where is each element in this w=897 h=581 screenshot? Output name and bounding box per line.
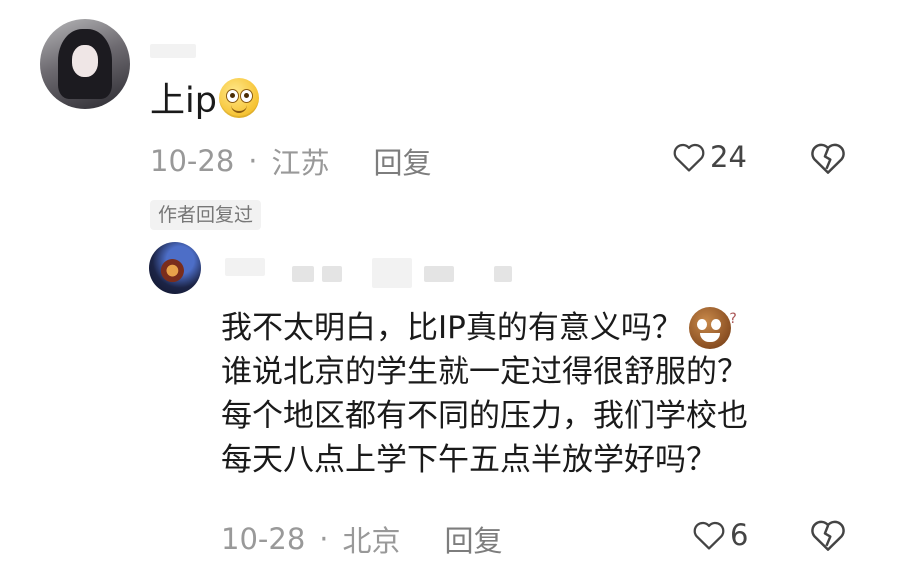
avatar[interactable]: [40, 19, 130, 109]
heart-outline-icon: [673, 143, 705, 172]
like-button[interactable]: 24: [672, 140, 747, 174]
comment-date: 10-28: [150, 144, 235, 178]
reply-location: 北京: [342, 524, 401, 558]
reply-username-redacted-part: [292, 266, 314, 282]
dislike-button[interactable]: [809, 141, 847, 179]
reply-button[interactable]: 回复: [374, 140, 432, 182]
reply-date: 10-28: [221, 522, 306, 556]
broken-heart-icon: [811, 520, 845, 551]
username-redacted[interactable]: [150, 44, 196, 58]
reply-line-text: 我不太明白，比IP真的有意义吗？: [221, 310, 683, 346]
comment-location: 江苏: [271, 146, 330, 180]
reply-username-redacted-part: [424, 266, 454, 282]
broken-heart-icon: [811, 143, 845, 174]
reply-avatar[interactable]: [149, 242, 201, 294]
reply-line: 每个地区都有不同的压力，我们学校也: [221, 394, 861, 438]
reply-line-text: 谁说北京的学生就一定过得很舒服的？: [221, 354, 748, 390]
reply-line: 谁说北京的学生就一定过得很舒服的？: [221, 350, 861, 394]
reply-line: 每天八点上学下午五点半放学好吗？: [221, 438, 861, 482]
reply-reply-button[interactable]: 回复: [445, 518, 503, 560]
reply-like-button[interactable]: 6: [692, 518, 748, 552]
reply-username-redacted-part: [494, 266, 512, 282]
reply-username-redacted[interactable]: [225, 258, 265, 276]
reply-line: 我不太明白，比IP真的有意义吗？ ?: [221, 306, 861, 350]
reply-text: 我不太明白，比IP真的有意义吗？ ? 谁说北京的学生就一定过得很舒服的？ 每个地…: [221, 306, 861, 482]
reply-line-text: 每天八点上学下午五点半放学好吗？: [221, 442, 717, 478]
cookie-face-emoji: ?: [688, 307, 737, 349]
comment-text: 上ip: [150, 72, 259, 123]
meta-separator: ·: [319, 522, 329, 556]
comment-meta: 10-28 · 江苏 回复: [150, 140, 432, 182]
comment-text-content: 上ip: [150, 81, 217, 121]
heart-outline-icon: [693, 521, 725, 550]
avatar-face: [72, 45, 98, 77]
smiling-face-emoji: [218, 77, 259, 118]
like-count: 24: [710, 140, 747, 174]
meta-separator: ·: [248, 144, 258, 178]
reply-meta: 10-28 · 北京 回复: [221, 518, 503, 560]
reply-like-count: 6: [730, 518, 749, 552]
reply-username-redacted-part: [372, 258, 412, 288]
reply-line-text: 每个地区都有不同的压力，我们学校也: [221, 398, 748, 434]
reply-username-redacted-part: [322, 266, 342, 282]
author-replied-badge: 作者回复过: [150, 200, 262, 230]
reply-dislike-button[interactable]: [809, 518, 847, 556]
